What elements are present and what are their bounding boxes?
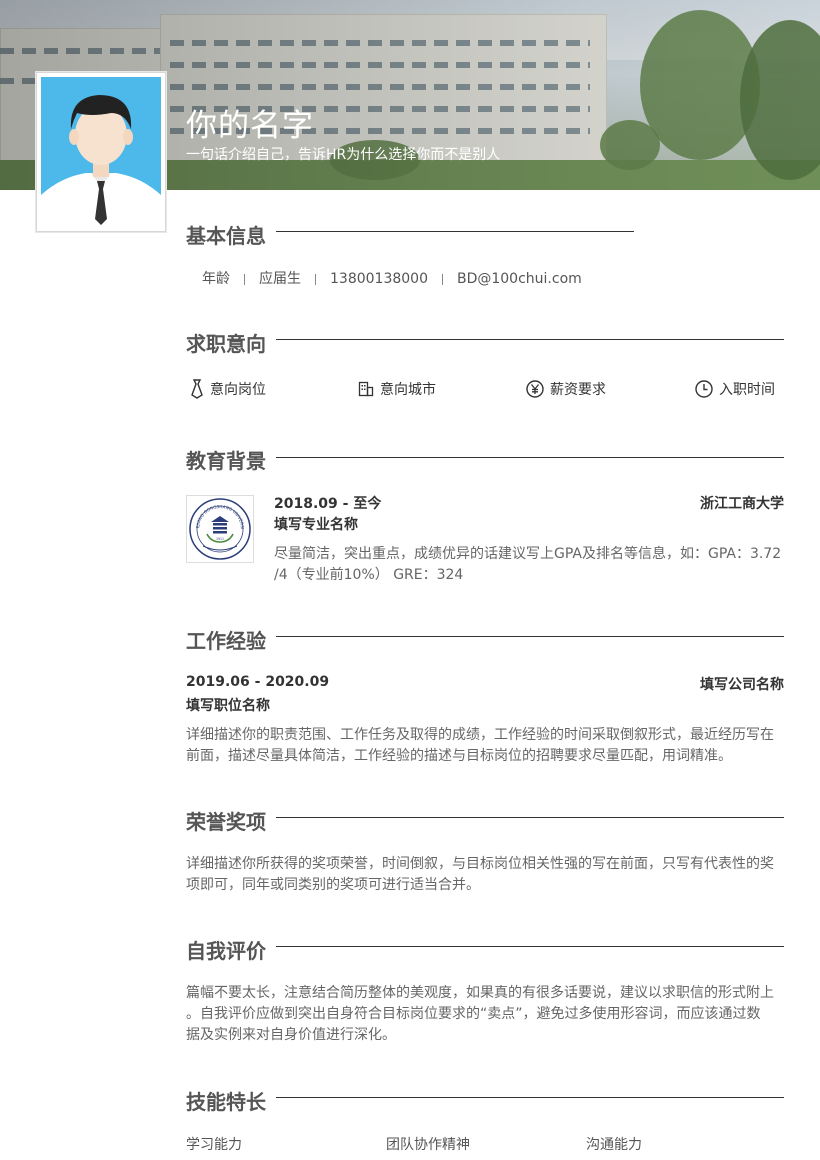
profile-photo — [36, 72, 166, 232]
skill-item: 学习能力 — [186, 1137, 242, 1153]
divider — [244, 273, 245, 285]
skill-item: 沟通能力 — [586, 1137, 642, 1153]
education-school: 浙江工商大学 — [700, 496, 784, 512]
candidate-tagline: 一句话介绍自己，告诉HR为什么选择你而不是别人 — [186, 147, 501, 163]
section-title-intent: 求职意向 — [186, 332, 266, 356]
self-eval-line: 。自我评价应做到突出自身符合目标岗位要求的“卖点”，避免过多使用形容词，而应该通… — [186, 1006, 761, 1022]
divider — [441, 273, 443, 285]
section-divider — [276, 457, 784, 458]
university-seal-icon: ZHEJIANG GONGSHANG UNIVERSITY 1911 — [185, 492, 251, 560]
intent-salary-label: 薪资要求 — [550, 382, 606, 398]
work-desc-line: 详细描述你的职责范围、工作任务及取得的成绩，工作经验的时间采取倒叙形式，最近经历… — [186, 727, 774, 743]
work-title: 填写职位名称 — [186, 698, 270, 714]
section-title-honors: 荣誉奖项 — [186, 810, 266, 834]
honors-description: 详细描述你所获得的奖项荣誉，时间倒叙，与目标岗位相关性强的写在前面，只写有代表性… — [186, 854, 786, 896]
divider — [315, 273, 316, 285]
university-logo: ZHEJIANG GONGSHANG UNIVERSITY 1911 — [185, 492, 254, 563]
honors-line: 详细描述你所获得的奖项荣誉，时间倒叙，与目标岗位相关性强的写在前面，只写有代表性… — [186, 856, 774, 872]
section-title-self: 自我评价 — [186, 939, 266, 963]
phone-field: 13800138000 — [330, 271, 428, 287]
section-divider — [276, 636, 784, 637]
work-period: 2019.06 - 2020.09 — [186, 674, 330, 690]
intent-city-label: 意向城市 — [380, 382, 436, 398]
building-icon — [358, 381, 374, 397]
education-description: 尽量简洁，突出重点，成绩优异的话建议写上GPA及排名等信息，如：GPA：3.72… — [274, 544, 794, 586]
logo-year: 1911 — [216, 537, 224, 541]
intent-position: 意向岗位 — [190, 379, 266, 399]
section-divider — [276, 817, 784, 818]
intent-city: 意向城市 — [358, 379, 436, 399]
email-field: BD@100chui.com — [456, 271, 582, 287]
basic-info-row: 年龄 应届生 13800138000 BD@100chui.com — [202, 268, 582, 288]
self-eval-line: 篇幅不要太长，注意结合简历整体的美观度，如果真的有很多话要说，建议以求职信的形式… — [186, 985, 774, 1001]
intent-entry-label: 入职时间 — [719, 382, 775, 398]
candidate-name: 你的名字 — [186, 108, 314, 144]
clock-icon — [695, 380, 713, 398]
education-desc-line: 尽量简洁，突出重点，成绩优异的话建议写上GPA及排名等信息，如：GPA：3.72 — [274, 546, 782, 562]
yen-icon — [526, 380, 544, 398]
avatar-icon — [41, 77, 161, 227]
section-divider — [276, 231, 634, 232]
education-period: 2018.09 - 至今 — [274, 496, 382, 512]
tie-icon — [191, 379, 203, 399]
section-title-skills: 技能特长 — [186, 1090, 266, 1114]
self-eval-line: 据及实例来对自身价值进行深化。 — [186, 1027, 396, 1043]
honors-line: 项即可，同年或同类别的奖项可进行适当合并。 — [186, 877, 480, 893]
section-divider — [276, 339, 784, 340]
work-company: 填写公司名称 — [700, 677, 784, 693]
intent-salary: 薪资要求 — [526, 379, 606, 399]
section-title-work: 工作经验 — [186, 629, 266, 653]
intent-position-label: 意向岗位 — [210, 382, 266, 398]
intent-entry: 入职时间 — [695, 379, 775, 399]
age-field: 年龄 — [202, 271, 230, 287]
section-divider — [276, 1097, 784, 1098]
section-divider — [276, 946, 784, 947]
education-desc-line: /4（专业前10%） GRE：324 — [274, 567, 464, 583]
education-major: 填写专业名称 — [274, 517, 358, 533]
section-title-basic: 基本信息 — [186, 224, 266, 248]
section-title-education: 教育背景 — [186, 449, 266, 473]
work-description: 详细描述你的职责范围、工作任务及取得的成绩，工作经验的时间采取倒叙形式，最近经历… — [186, 725, 786, 767]
work-desc-line: 前面，描述尽量具体简洁，工作经验的描述与目标岗位的招聘要求尽量匹配，用词精准。 — [186, 748, 732, 764]
self-eval-description: 篇幅不要太长，注意结合简历整体的美观度，如果真的有很多话要说，建议以求职信的形式… — [186, 983, 786, 1046]
skill-item: 团队协作精神 — [386, 1137, 470, 1153]
status-field: 应届生 — [259, 271, 301, 287]
